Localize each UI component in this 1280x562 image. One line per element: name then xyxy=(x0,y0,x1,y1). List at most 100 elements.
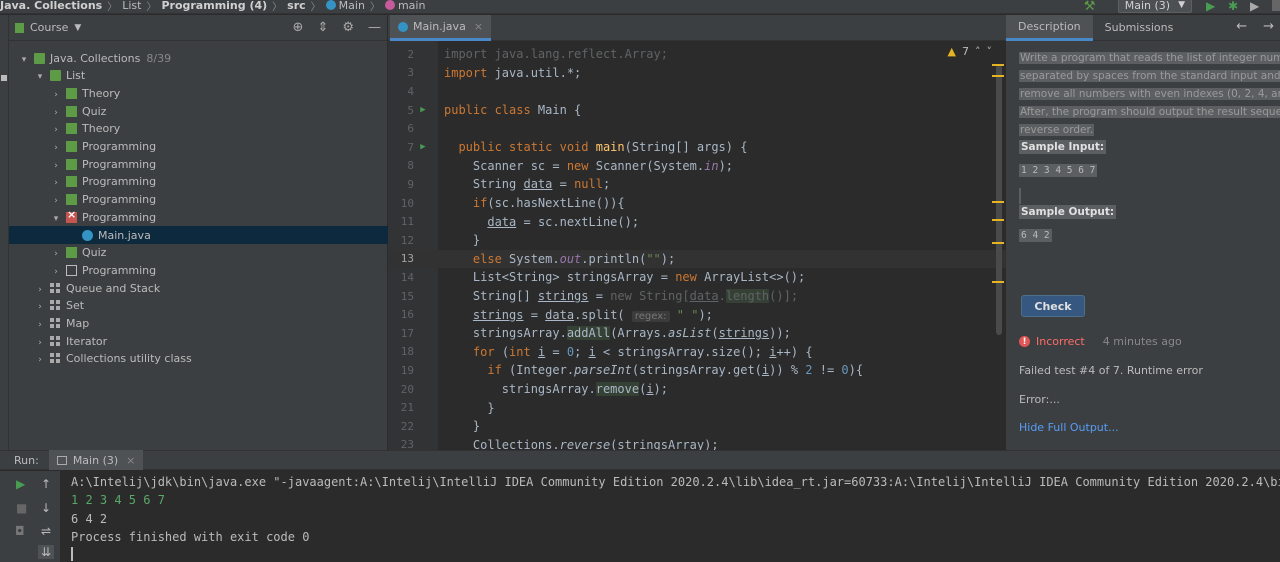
code-line[interactable]: 10 if(sc.hasNextLine()){ xyxy=(388,194,1006,213)
stop-icon[interactable] xyxy=(1272,0,1280,11)
arrow-down-icon[interactable]: ↓ xyxy=(41,501,51,515)
tree-item[interactable]: ▾ List xyxy=(9,67,388,85)
chevron-down-icon[interactable]: ˅ xyxy=(987,45,993,58)
tree-item[interactable]: Main.java xyxy=(9,226,388,244)
code-line[interactable]: 22 } xyxy=(388,417,1006,436)
breadcrumb-item[interactable]: Java. Collections xyxy=(0,0,102,12)
code-line[interactable]: 19 if (Integer.parseInt(stringsArray.get… xyxy=(388,361,1006,380)
run-icon[interactable]: ▶ xyxy=(1206,0,1218,13)
chevron-right-icon[interactable]: › xyxy=(33,338,47,348)
run-config-select[interactable]: Main (3) ▼ xyxy=(1117,0,1192,13)
minimize-icon[interactable]: — xyxy=(368,20,381,35)
code-line[interactable]: 7 ▶ public static void main(String[] args… xyxy=(388,138,1006,157)
stop-icon[interactable]: ■ xyxy=(16,501,27,515)
chevron-right-icon[interactable]: › xyxy=(49,90,63,100)
breadcrumb-item[interactable]: main xyxy=(398,0,425,12)
run-tab-main[interactable]: Main (3) × xyxy=(48,450,144,470)
code-line[interactable]: 23 Collections.reverse(stringsArray); xyxy=(388,436,1006,450)
breadcrumb-item[interactable]: Programming (4) xyxy=(161,0,267,12)
breadcrumb-item[interactable]: Main xyxy=(339,0,365,12)
code-line[interactable]: 15 String[] strings = new String[data.le… xyxy=(388,287,1006,306)
locate-icon[interactable]: ⊕ xyxy=(293,20,304,35)
tree-item[interactable]: › Theory xyxy=(9,120,388,138)
code-line[interactable]: 18 for (int i = 0; i < stringsArray.size… xyxy=(388,343,1006,362)
tree-item[interactable]: › Collections utility class xyxy=(9,350,388,368)
tree-item[interactable]: › Set xyxy=(9,297,388,315)
close-icon[interactable]: × xyxy=(474,20,483,33)
code-line[interactable]: 17 stringsArray.addAll(Arrays.asList(str… xyxy=(388,324,1006,343)
tree-item[interactable]: › Programming xyxy=(9,138,388,156)
code-line[interactable]: 16 strings = data.split( regex: " "); xyxy=(388,305,1006,324)
arrow-up-icon[interactable]: ↑ xyxy=(41,477,51,491)
warning-stripe[interactable] xyxy=(992,219,1004,221)
tree-item[interactable]: › Programming xyxy=(9,191,388,209)
chevron-up-icon[interactable]: ˄ xyxy=(975,45,981,58)
tree-item[interactable]: › Programming xyxy=(9,173,388,191)
soft-wrap-icon[interactable]: ⇌ xyxy=(41,524,51,538)
tree-item[interactable]: › Quiz xyxy=(9,102,388,120)
chevron-down-icon[interactable]: ▾ xyxy=(49,214,63,224)
run-gutter-icon[interactable]: ▶ xyxy=(414,142,432,152)
tree-item[interactable]: › Programming xyxy=(9,155,388,173)
gear-icon[interactable]: ⚙ xyxy=(342,20,354,35)
code-line[interactable]: 4 xyxy=(388,82,1006,101)
tree-item[interactable]: › Iterator xyxy=(9,332,388,350)
chevron-down-icon[interactable]: ▼ xyxy=(74,23,81,33)
tab-submissions[interactable]: Submissions xyxy=(1093,15,1186,41)
tree-item[interactable]: › Map xyxy=(9,315,388,333)
chevron-down-icon[interactable]: ▾ xyxy=(33,72,47,82)
build-hammer-icon[interactable]: ⚒ xyxy=(1084,0,1096,13)
code-line[interactable]: 9 String data = null; xyxy=(388,175,1006,194)
code-line[interactable]: 20 stringsArray.remove(i); xyxy=(388,380,1006,399)
chevron-right-icon[interactable]: › xyxy=(49,161,63,171)
code-line[interactable]: 6 xyxy=(388,119,1006,138)
collapse-all-icon[interactable]: ⇕ xyxy=(317,20,328,35)
editor-scrollbar[interactable] xyxy=(996,65,1002,335)
tree-item[interactable]: › Queue and Stack xyxy=(9,279,388,297)
code-line[interactable]: 14 List<String> stringsArray = new Array… xyxy=(388,268,1006,287)
rerun-icon[interactable]: ▶ xyxy=(16,477,25,491)
project-view-title[interactable]: Course xyxy=(30,21,68,34)
tree-item[interactable]: › Quiz xyxy=(9,244,388,262)
inspection-widget[interactable]: ▲ 7 ˄ ˅ xyxy=(948,45,992,58)
code-line[interactable]: 12 } xyxy=(388,231,1006,250)
warning-stripe[interactable] xyxy=(992,201,1004,203)
tree-item[interactable]: › Theory xyxy=(9,84,388,102)
tree-item[interactable]: ▾ Java. Collections 8/39 xyxy=(9,49,388,67)
run-gutter-icon[interactable]: ▶ xyxy=(414,105,432,115)
code-line[interactable]: 21 } xyxy=(388,398,1006,417)
coverage-icon[interactable]: ▶ xyxy=(1250,0,1262,13)
chevron-right-icon[interactable]: › xyxy=(49,108,63,118)
code-area[interactable]: 2 import java.lang.reflect.Array; 3 import … xyxy=(388,41,1006,450)
tab-main-java[interactable]: Main.java × xyxy=(390,15,492,41)
chevron-right-icon[interactable]: › xyxy=(49,178,63,188)
arrow-right-icon[interactable]: → xyxy=(1263,19,1274,34)
arrow-left-icon[interactable]: ← xyxy=(1236,19,1247,34)
chevron-right-icon[interactable]: › xyxy=(33,320,47,330)
code-line[interactable]: 13 else System.out.println(""); xyxy=(388,249,1006,269)
chevron-right-icon[interactable]: › xyxy=(33,355,47,365)
chevron-right-icon[interactable]: › xyxy=(33,302,47,312)
chevron-right-icon[interactable]: › xyxy=(49,249,63,259)
code-line[interactable]: 8 Scanner sc = new Scanner(System.in); xyxy=(388,157,1006,176)
tree-item[interactable]: › Programming xyxy=(9,261,388,279)
chevron-down-icon[interactable]: ▾ xyxy=(17,55,31,65)
chevron-right-icon[interactable]: › xyxy=(49,267,63,277)
code-line[interactable]: 2 import java.lang.reflect.Array; xyxy=(388,45,1006,64)
check-button[interactable]: Check xyxy=(1021,295,1085,317)
debug-icon[interactable]: ✱ xyxy=(1228,0,1240,13)
run-console[interactable]: A:\Intelij\jdk\bin\java.exe "-javaagent:… xyxy=(60,471,1280,562)
close-icon[interactable]: × xyxy=(126,454,135,467)
breadcrumb-item[interactable]: src xyxy=(287,0,306,12)
chevron-right-icon[interactable]: › xyxy=(49,125,63,135)
scroll-to-end-icon[interactable]: ⇊ xyxy=(38,545,55,559)
camera-icon[interactable]: ◘ xyxy=(15,524,25,538)
chevron-right-icon[interactable]: › xyxy=(33,285,47,295)
code-line[interactable]: 3 import java.util.*; xyxy=(388,64,1006,83)
tree-item[interactable]: ▾ Programming xyxy=(9,208,388,226)
warning-stripe[interactable] xyxy=(992,281,1004,283)
warning-stripe[interactable] xyxy=(992,75,1004,77)
warning-stripe[interactable] xyxy=(992,242,1004,244)
warning-stripe[interactable] xyxy=(992,64,1004,66)
hide-full-output-link[interactable]: Hide Full Output... xyxy=(1019,421,1119,434)
